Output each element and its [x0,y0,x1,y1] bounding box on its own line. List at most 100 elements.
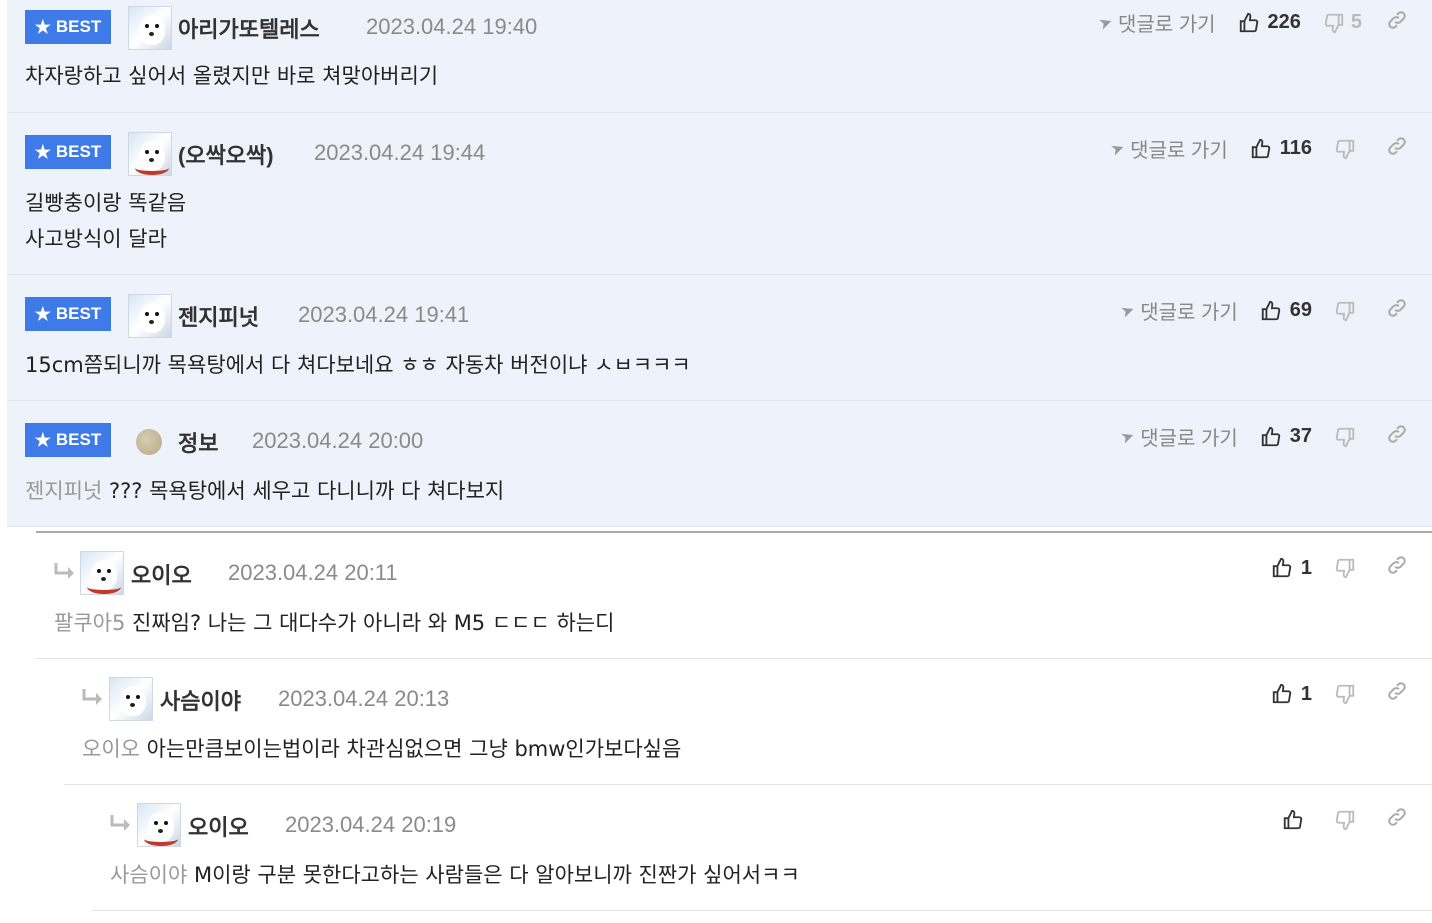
link-icon [1388,10,1406,29]
thumbs-down-icon [1335,558,1355,579]
mention[interactable]: 사슴이야 [110,863,187,887]
comment-nick[interactable]: 오이오 [131,558,192,590]
avatar[interactable] [136,429,162,455]
star-icon: ★ [34,142,51,162]
link-icon [1388,298,1406,317]
upvote-button[interactable]: 69 [1260,299,1312,322]
reply-item: 오이오 2023.04.24 20:19 사슴이야 M이랑 구분 못한다고하는 … [92,785,1432,911]
star-icon: ★ [34,304,51,324]
comment-body: 팔쿠아5 진짜임? 나는 그 대다수가 아니라 와 M5 ㄷㄷㄷ 하는디 [54,611,615,635]
goto-comment-link[interactable]: ➤ 댓글로 가기 [1108,134,1227,163]
comment-nick[interactable]: 정보 [178,426,218,458]
link-icon [1388,808,1406,826]
comment-actions: ➤ 댓글로 가기 37 [1118,422,1408,451]
star-icon: ★ [34,430,51,450]
comment-body: 사슴이야 M이랑 구분 못한다고하는 사람들은 다 알아보니까 진짠가 싶어서ㅋ… [110,863,800,887]
comment-actions: ➤ 댓글로 가기 69 [1118,296,1408,325]
downvote-button[interactable] [1334,426,1362,448]
goto-comment-link[interactable]: ➤ 댓글로 가기 [1118,422,1237,451]
mention[interactable]: 오이오 [82,737,140,761]
thumbs-up-icon [1261,426,1280,446]
comment-body: 젠지피넛 ??? 목욕탕에서 세우고 다니니까 다 쳐다보지 [25,479,505,503]
upvote-button[interactable]: 1 [1271,557,1312,580]
reply-arrow-icon [110,815,130,831]
downvote-button[interactable] [1334,683,1362,705]
link-button[interactable] [1386,806,1408,834]
link-button[interactable] [1386,423,1408,451]
thumbs-down-icon [1324,13,1344,33]
best-badge: ★ BEST [25,135,111,169]
send-icon: ➤ [1096,12,1115,34]
link-button[interactable] [1386,9,1408,37]
downvote-button[interactable] [1334,138,1362,160]
comment-date: 2023.04.24 20:13 [278,686,450,711]
thumbs-down-icon [1335,427,1355,447]
best-badge: ★ BEST [25,10,111,44]
reply-item: 사슴이야 2023.04.24 20:13 오이오 아는만큼보이는법이라 차관심… [64,659,1432,785]
thumbs-down-icon [1335,301,1355,321]
downvote-button[interactable]: 5 [1323,11,1362,34]
comment-date: 2023.04.24 19:41 [298,302,470,327]
comment-nick[interactable]: (오싹오싹) [178,138,274,170]
comment-actions: 1 [1271,554,1408,582]
comment-body: 길빵충이랑 똑같음 사고방식이 달라 [25,191,187,251]
link-icon [1388,424,1406,443]
comment-nick[interactable]: 젠지피넛 [178,300,259,332]
comment-date: 2023.04.24 19:40 [366,14,538,39]
comment-actions: ➤ 댓글로 가기 116 [1108,134,1408,163]
send-icon: ➤ [1118,300,1137,322]
upvote-button[interactable]: 226 [1238,11,1301,34]
comment-actions: ➤ 댓글로 가기 226 5 [1096,8,1408,37]
link-button[interactable] [1386,680,1408,708]
avatar[interactable] [128,294,172,338]
comment-nick[interactable]: 아리가또텔레스 [178,12,320,44]
send-icon: ➤ [1118,426,1137,448]
comment-date: 2023.04.24 20:11 [228,560,398,585]
thumbs-up-icon [1272,683,1292,704]
avatar[interactable] [128,132,172,176]
best-badge: ★ BEST [25,423,111,457]
avatar[interactable] [137,803,181,847]
downvote-button[interactable] [1334,300,1362,322]
thumbs-down-icon [1335,684,1355,705]
comment-date: 2023.04.24 19:44 [314,140,486,165]
reply-arrow-icon [82,689,102,705]
comment-date: 2023.04.24 20:19 [285,812,457,837]
link-button[interactable] [1386,554,1408,582]
thumbs-up-icon [1272,557,1292,578]
upvote-button[interactable]: 116 [1250,137,1312,160]
goto-comment-link[interactable]: ➤ 댓글로 가기 [1118,296,1237,325]
link-button[interactable] [1386,135,1408,163]
downvote-button[interactable] [1334,557,1362,579]
thumbs-down-icon [1335,139,1355,159]
upvote-button[interactable]: 1 [1271,683,1312,706]
mention[interactable]: 젠지피넛 [25,479,102,503]
thumbs-up-icon [1261,300,1280,320]
avatar[interactable] [109,677,153,721]
mention[interactable]: 팔쿠아5 [54,611,125,635]
thumbs-up-icon [1283,809,1303,830]
comment-item: ★ BEST 아리가또텔레스 2023.04.24 19:40 차자랑하고 싶어서… [7,0,1432,113]
comment-body: 오이오 아는만큼보이는법이라 차관심없으면 그냥 bmw인가보다싶음 [82,737,682,761]
goto-comment-link[interactable]: ➤ 댓글로 가기 [1096,8,1215,37]
thumbs-up-icon [1251,138,1270,158]
link-icon [1388,682,1406,700]
comment-nick[interactable]: 오이오 [188,810,249,842]
avatar[interactable] [80,551,124,595]
avatar[interactable] [128,6,172,50]
upvote-button[interactable] [1282,809,1312,831]
link-button[interactable] [1386,297,1408,325]
link-icon [1388,556,1406,574]
reply-arrow-icon [54,563,74,579]
best-badge: ★ BEST [25,297,111,331]
comment-date: 2023.04.24 20:00 [252,428,424,453]
comment-nick[interactable]: 사슴이야 [160,684,241,716]
upvote-button[interactable]: 37 [1260,425,1312,448]
thumbs-down-icon [1335,810,1355,831]
comment-item: ★ BEST 정보 2023.04.24 20:00 젠지피넛 ??? 목욕탕에서… [7,401,1432,527]
downvote-button[interactable] [1334,809,1362,831]
comment-actions: 1 [1271,680,1408,708]
reply-item: 오이오 2023.04.24 20:11 팔쿠아5 진짜임? 나는 그 대다수가… [36,533,1432,659]
comment-item: ★ BEST (오싹오싹) 2023.04.24 19:44 길빵충이랑 똑같음 사… [7,113,1432,275]
link-icon [1388,136,1406,155]
